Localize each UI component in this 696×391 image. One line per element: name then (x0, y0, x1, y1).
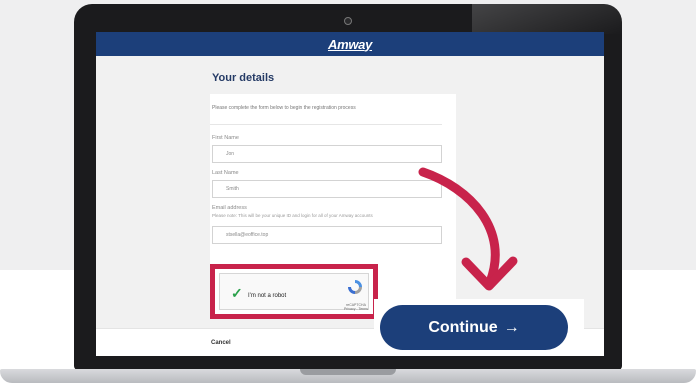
email-label: Email address (212, 205, 247, 211)
check-icon[interactable]: ✓ (231, 286, 243, 300)
recaptcha-label: I'm not a robot (248, 293, 287, 299)
last-name-label: Last Name (212, 170, 239, 176)
recaptcha-links[interactable]: Privacy - Terms (342, 307, 370, 311)
recaptcha-brand: reCAPTCHA Privacy - Terms (342, 303, 370, 311)
email-field[interactable]: stsella@eoffice.top (212, 226, 442, 244)
site-header: Amway (96, 32, 604, 56)
laptop-notch (300, 369, 396, 375)
continue-label: Continue (428, 318, 498, 336)
first-name-label: First Name (212, 135, 239, 141)
camera-icon (344, 17, 352, 25)
brand-logo[interactable]: Amway (328, 37, 372, 52)
lid-reflection (472, 4, 622, 34)
form-divider (210, 124, 442, 125)
last-name-field[interactable]: Smith (212, 180, 442, 198)
cancel-link[interactable]: Cancel (211, 340, 231, 346)
form-intro: Please complete the form below to begin … (212, 105, 356, 111)
first-name-field[interactable]: Jon (212, 145, 442, 163)
page-title: Your details (212, 72, 275, 84)
continue-button[interactable]: Continue → (380, 305, 568, 350)
arrow-right-icon: → (503, 318, 520, 336)
recaptcha-highlight: ✓ I'm not a robot reCAPTCHA Privacy - Te… (210, 264, 378, 319)
email-note: Please note: This will be your unique ID… (212, 213, 373, 218)
recaptcha-logo-icon (348, 280, 362, 294)
